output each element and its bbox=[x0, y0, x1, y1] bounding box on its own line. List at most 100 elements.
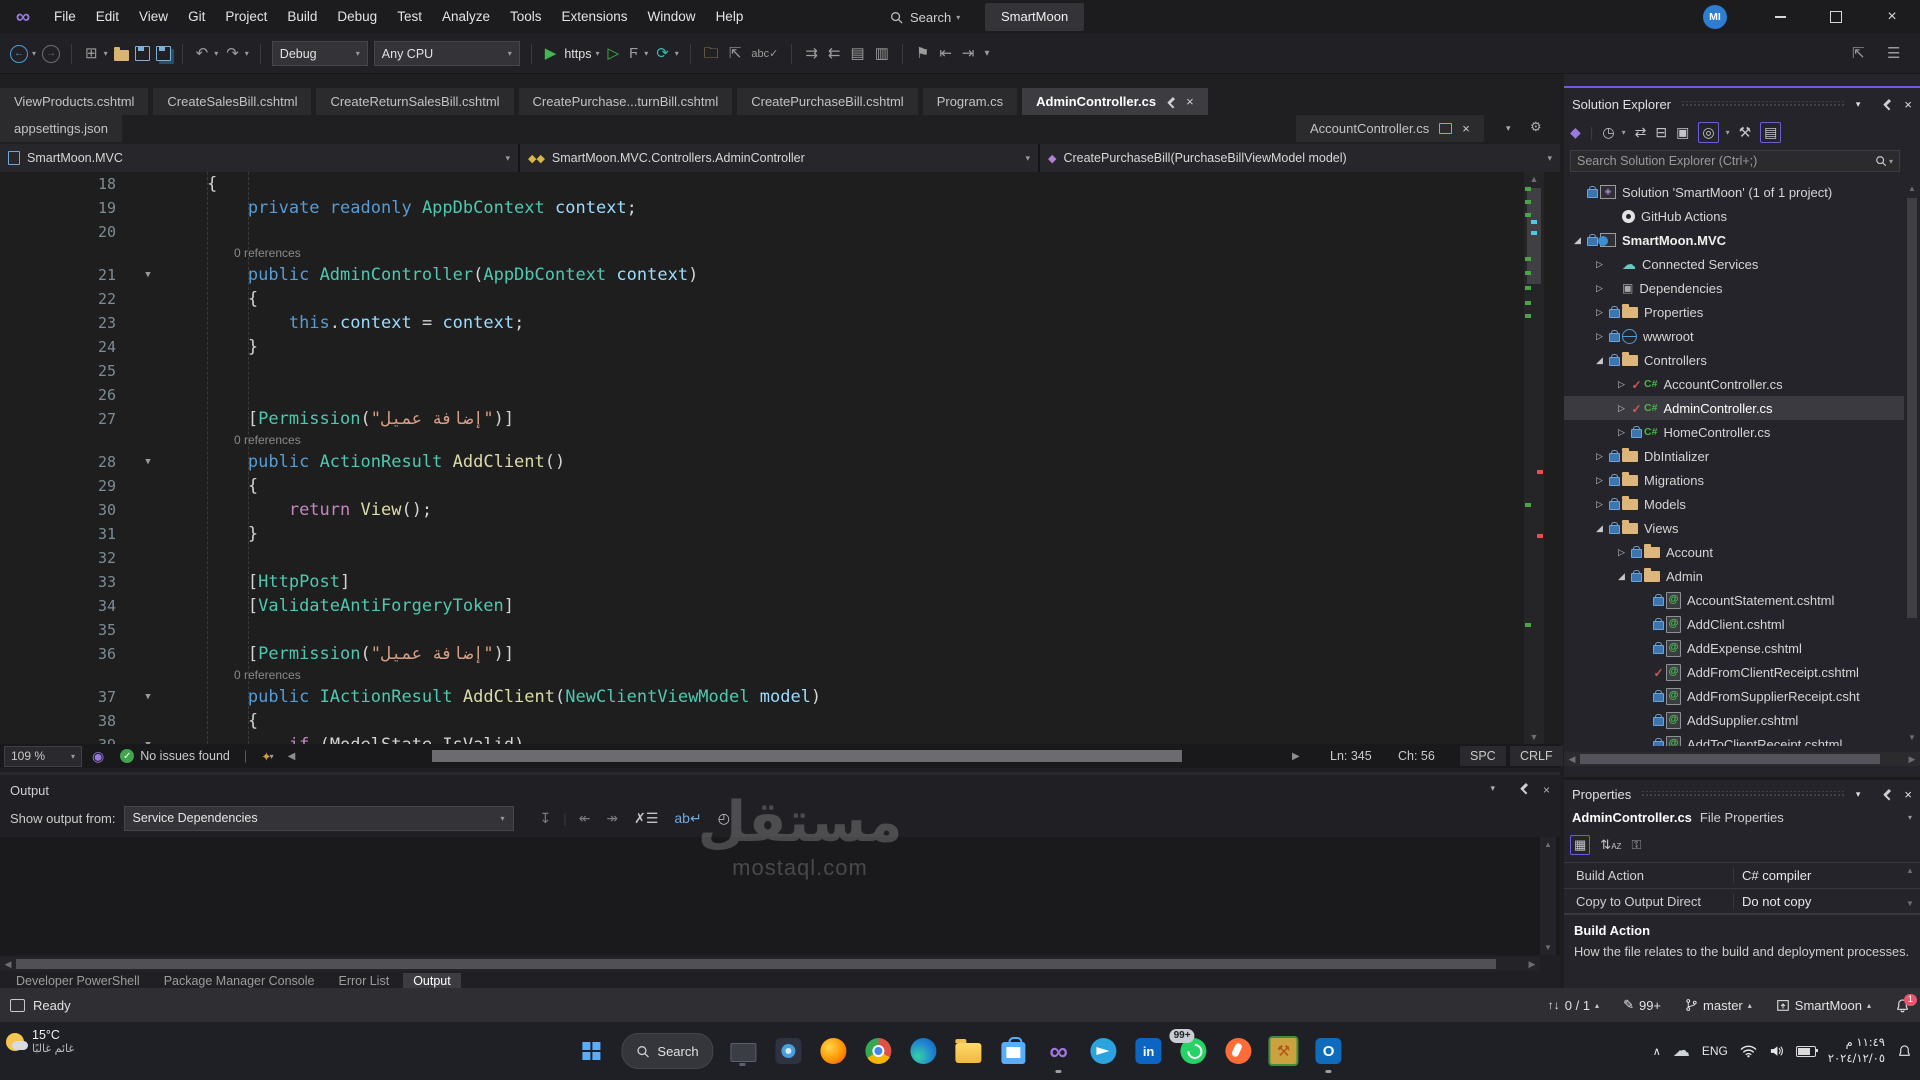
tab-createsalesbill-cshtml[interactable]: CreateSalesBill.cshtml bbox=[153, 88, 311, 115]
solution-explorer-search-input[interactable]: Search Solution Explorer (Ctrl+;) ▾ bbox=[1570, 150, 1900, 172]
visual-studio-taskbar-icon[interactable]: ∞ bbox=[1044, 1036, 1074, 1066]
language-indicator[interactable]: ENG bbox=[1702, 1044, 1728, 1058]
navigate-back-icon[interactable]: ← bbox=[10, 45, 28, 63]
battery-icon[interactable] bbox=[1796, 1046, 1816, 1057]
tab-settings-gear-icon[interactable]: ⚙ bbox=[1530, 119, 1542, 135]
properties-wrench-icon[interactable]: ⚒ bbox=[1739, 124, 1752, 141]
scroll-up-icon[interactable]: ▲ bbox=[1524, 172, 1544, 186]
undo-dropdown[interactable]: ▾ bbox=[214, 49, 218, 58]
collapsed-arrow-icon[interactable]: ▷ bbox=[1592, 307, 1607, 318]
menu-view[interactable]: View bbox=[129, 0, 178, 34]
tree-item-addexpense-cshtml[interactable]: @AddExpense.cshtml bbox=[1564, 636, 1920, 660]
notifications-button[interactable]: 1 bbox=[1895, 998, 1910, 1013]
preview-selected-icon[interactable]: ▣ bbox=[1676, 124, 1689, 141]
code-line-27[interactable]: 27 [Permission("إضافة عميل")] bbox=[0, 407, 1560, 431]
pin-icon[interactable] bbox=[1882, 99, 1892, 109]
codelens-references[interactable]: 0 references bbox=[0, 431, 1560, 450]
scroll-up-icon[interactable]: ▲ bbox=[1540, 837, 1556, 849]
space-mode-indicator[interactable]: SPC bbox=[1460, 746, 1506, 766]
previous-message-icon[interactable]: ↞ bbox=[575, 810, 595, 827]
redo-icon[interactable]: ↷ bbox=[224, 43, 241, 65]
solution-configuration-select[interactable]: Debug▾ bbox=[272, 41, 368, 66]
fold-chevron-icon[interactable]: ▼ bbox=[130, 263, 166, 287]
type-dropdown[interactable]: ◆◆ SmartMoon.MVC.Controllers.AdminContro… bbox=[520, 144, 1040, 172]
start-debugging-icon[interactable]: ▶ bbox=[543, 43, 559, 65]
categorized-icon[interactable]: ▦ bbox=[1570, 835, 1590, 855]
code-line-32[interactable]: 32 bbox=[0, 546, 1560, 570]
code-line-39[interactable]: 39▼ if (ModelState.IsValid) bbox=[0, 733, 1560, 744]
chrome-icon[interactable] bbox=[864, 1036, 894, 1066]
line-ending-indicator[interactable]: CRLF bbox=[1510, 746, 1563, 766]
find-message-icon[interactable]: ↧ bbox=[536, 810, 556, 827]
menu-build[interactable]: Build bbox=[277, 0, 327, 34]
scroll-right-icon[interactable]: ▶ bbox=[1524, 957, 1540, 971]
next-bookmark-icon[interactable]: ⇥ bbox=[960, 43, 977, 65]
toggle-word-wrap-icon[interactable]: ab↵ bbox=[670, 810, 705, 827]
git-sync-button[interactable]: ↑↓ 0 / 1 ▴ bbox=[1548, 998, 1599, 1013]
code-line-37[interactable]: 37▼ public IActionResult AddClient(NewCl… bbox=[0, 685, 1560, 709]
tree-item-admincontroller-cs[interactable]: ▷✓C#AdminController.cs bbox=[1564, 396, 1920, 420]
intellicode-icon[interactable]: ◉ bbox=[92, 748, 104, 765]
camera-app-icon[interactable] bbox=[774, 1036, 804, 1066]
word-wrap-icon[interactable]: abc✓ bbox=[749, 43, 780, 65]
tree-item-addtoclientreceipt-cshtml[interactable]: @AddToClientReceipt.cshtml bbox=[1564, 732, 1920, 746]
tree-item-solution-smartmoon-1-of-1-project-[interactable]: ◈Solution 'SmartMoon' (1 of 1 project) bbox=[1564, 180, 1920, 204]
scroll-down-icon[interactable]: ▼ bbox=[1524, 730, 1544, 744]
menu-project[interactable]: Project bbox=[215, 0, 277, 34]
menu-tools[interactable]: Tools bbox=[500, 0, 552, 34]
tree-item-accountcontroller-cs[interactable]: ▷✓C#AccountController.cs bbox=[1564, 372, 1920, 396]
close-panel-icon[interactable]: × bbox=[1543, 783, 1550, 797]
property-row-build-action[interactable]: Build ActionC# compiler bbox=[1564, 863, 1920, 889]
start-button[interactable] bbox=[576, 1036, 606, 1066]
tab-viewproducts-cshtml[interactable]: ViewProducts.cshtml bbox=[0, 88, 148, 115]
tree-item-controllers[interactable]: ◢Controllers bbox=[1564, 348, 1920, 372]
menu-help[interactable]: Help bbox=[706, 0, 754, 34]
feedback-icon[interactable]: ☰ bbox=[1885, 43, 1902, 65]
window-position-dropdown-icon[interactable]: ▾ bbox=[1856, 99, 1861, 110]
tab-createreturnsalesbill-cshtml[interactable]: CreateReturnSalesBill.cshtml bbox=[316, 88, 513, 115]
scroll-left-icon[interactable]: ◀ bbox=[1564, 752, 1580, 766]
tree-item-migrations[interactable]: ▷Migrations bbox=[1564, 468, 1920, 492]
column-indicator[interactable]: Ch: 56 bbox=[1398, 749, 1435, 763]
code-line-25[interactable]: 25 bbox=[0, 359, 1560, 383]
taskbar-search[interactable]: Search bbox=[621, 1033, 713, 1069]
pin-icon[interactable] bbox=[1882, 789, 1892, 799]
postman-icon[interactable] bbox=[1224, 1036, 1254, 1066]
properties-object-selector[interactable]: AdminController.cs File Properties ▾ bbox=[1572, 806, 1912, 828]
code-line-26[interactable]: 26 bbox=[0, 383, 1560, 407]
pending-changes-filter-icon[interactable]: ◷ bbox=[1602, 124, 1614, 141]
scroll-down-icon[interactable]: ▼ bbox=[1904, 733, 1920, 742]
close-button[interactable]: × bbox=[1864, 0, 1920, 34]
pin-icon[interactable] bbox=[1519, 783, 1529, 793]
maximize-button[interactable] bbox=[1808, 0, 1864, 34]
menu-debug[interactable]: Debug bbox=[327, 0, 387, 34]
global-search-button[interactable]: Search ▾ bbox=[880, 4, 970, 30]
tree-horizontal-scrollbar[interactable]: ◀ ▶ bbox=[1564, 752, 1920, 766]
collapsed-arrow-icon[interactable]: ▷ bbox=[1614, 427, 1629, 438]
scroll-left-icon[interactable]: ◀ bbox=[0, 957, 16, 971]
menu-analyze[interactable]: Analyze bbox=[432, 0, 500, 34]
tree-item-views[interactable]: ◢Views bbox=[1564, 516, 1920, 540]
collapsed-arrow-icon[interactable]: ▷ bbox=[1614, 379, 1629, 390]
tree-item-addfromclientreceipt-cshtml[interactable]: ✓@AddFromClientReceipt.cshtml bbox=[1564, 660, 1920, 684]
collapse-all-icon[interactable]: ⊟ bbox=[1655, 124, 1667, 141]
menu-test[interactable]: Test bbox=[387, 0, 432, 34]
wifi-icon[interactable] bbox=[1740, 1044, 1757, 1058]
tree-item-dependencies[interactable]: ▷▣Dependencies bbox=[1564, 276, 1920, 300]
show-all-files-icon[interactable]: ▤ bbox=[1760, 122, 1781, 143]
linkedin-icon[interactable]: in bbox=[1134, 1036, 1164, 1066]
property-row-copy-to-output-direct[interactable]: Copy to Output DirectDo not copy bbox=[1564, 889, 1920, 913]
restart-dropdown[interactable]: ▾ bbox=[675, 49, 679, 58]
codelens-references[interactable]: 0 references bbox=[0, 244, 1560, 263]
zoom-select[interactable]: 109 %▾ bbox=[4, 746, 82, 767]
code-line-36[interactable]: 36 [Permission("إضافة عميل")] bbox=[0, 642, 1560, 666]
property-value[interactable]: C# compiler bbox=[1734, 868, 1920, 883]
window-position-dropdown-icon[interactable]: ▾ bbox=[1490, 783, 1495, 797]
code-line-33[interactable]: 33 [HttpPost] bbox=[0, 570, 1560, 594]
toolbar-options-icon[interactable]: ▾ bbox=[982, 43, 991, 65]
expanded-arrow-icon[interactable]: ◢ bbox=[1592, 523, 1607, 534]
bookmark-icon[interactable]: ⚑ bbox=[914, 43, 931, 65]
account-avatar[interactable]: MI bbox=[1703, 5, 1727, 29]
solution-platform-select[interactable]: Any CPU▾ bbox=[374, 41, 520, 66]
run-target-dropdown[interactable]: ▾ bbox=[595, 49, 599, 58]
